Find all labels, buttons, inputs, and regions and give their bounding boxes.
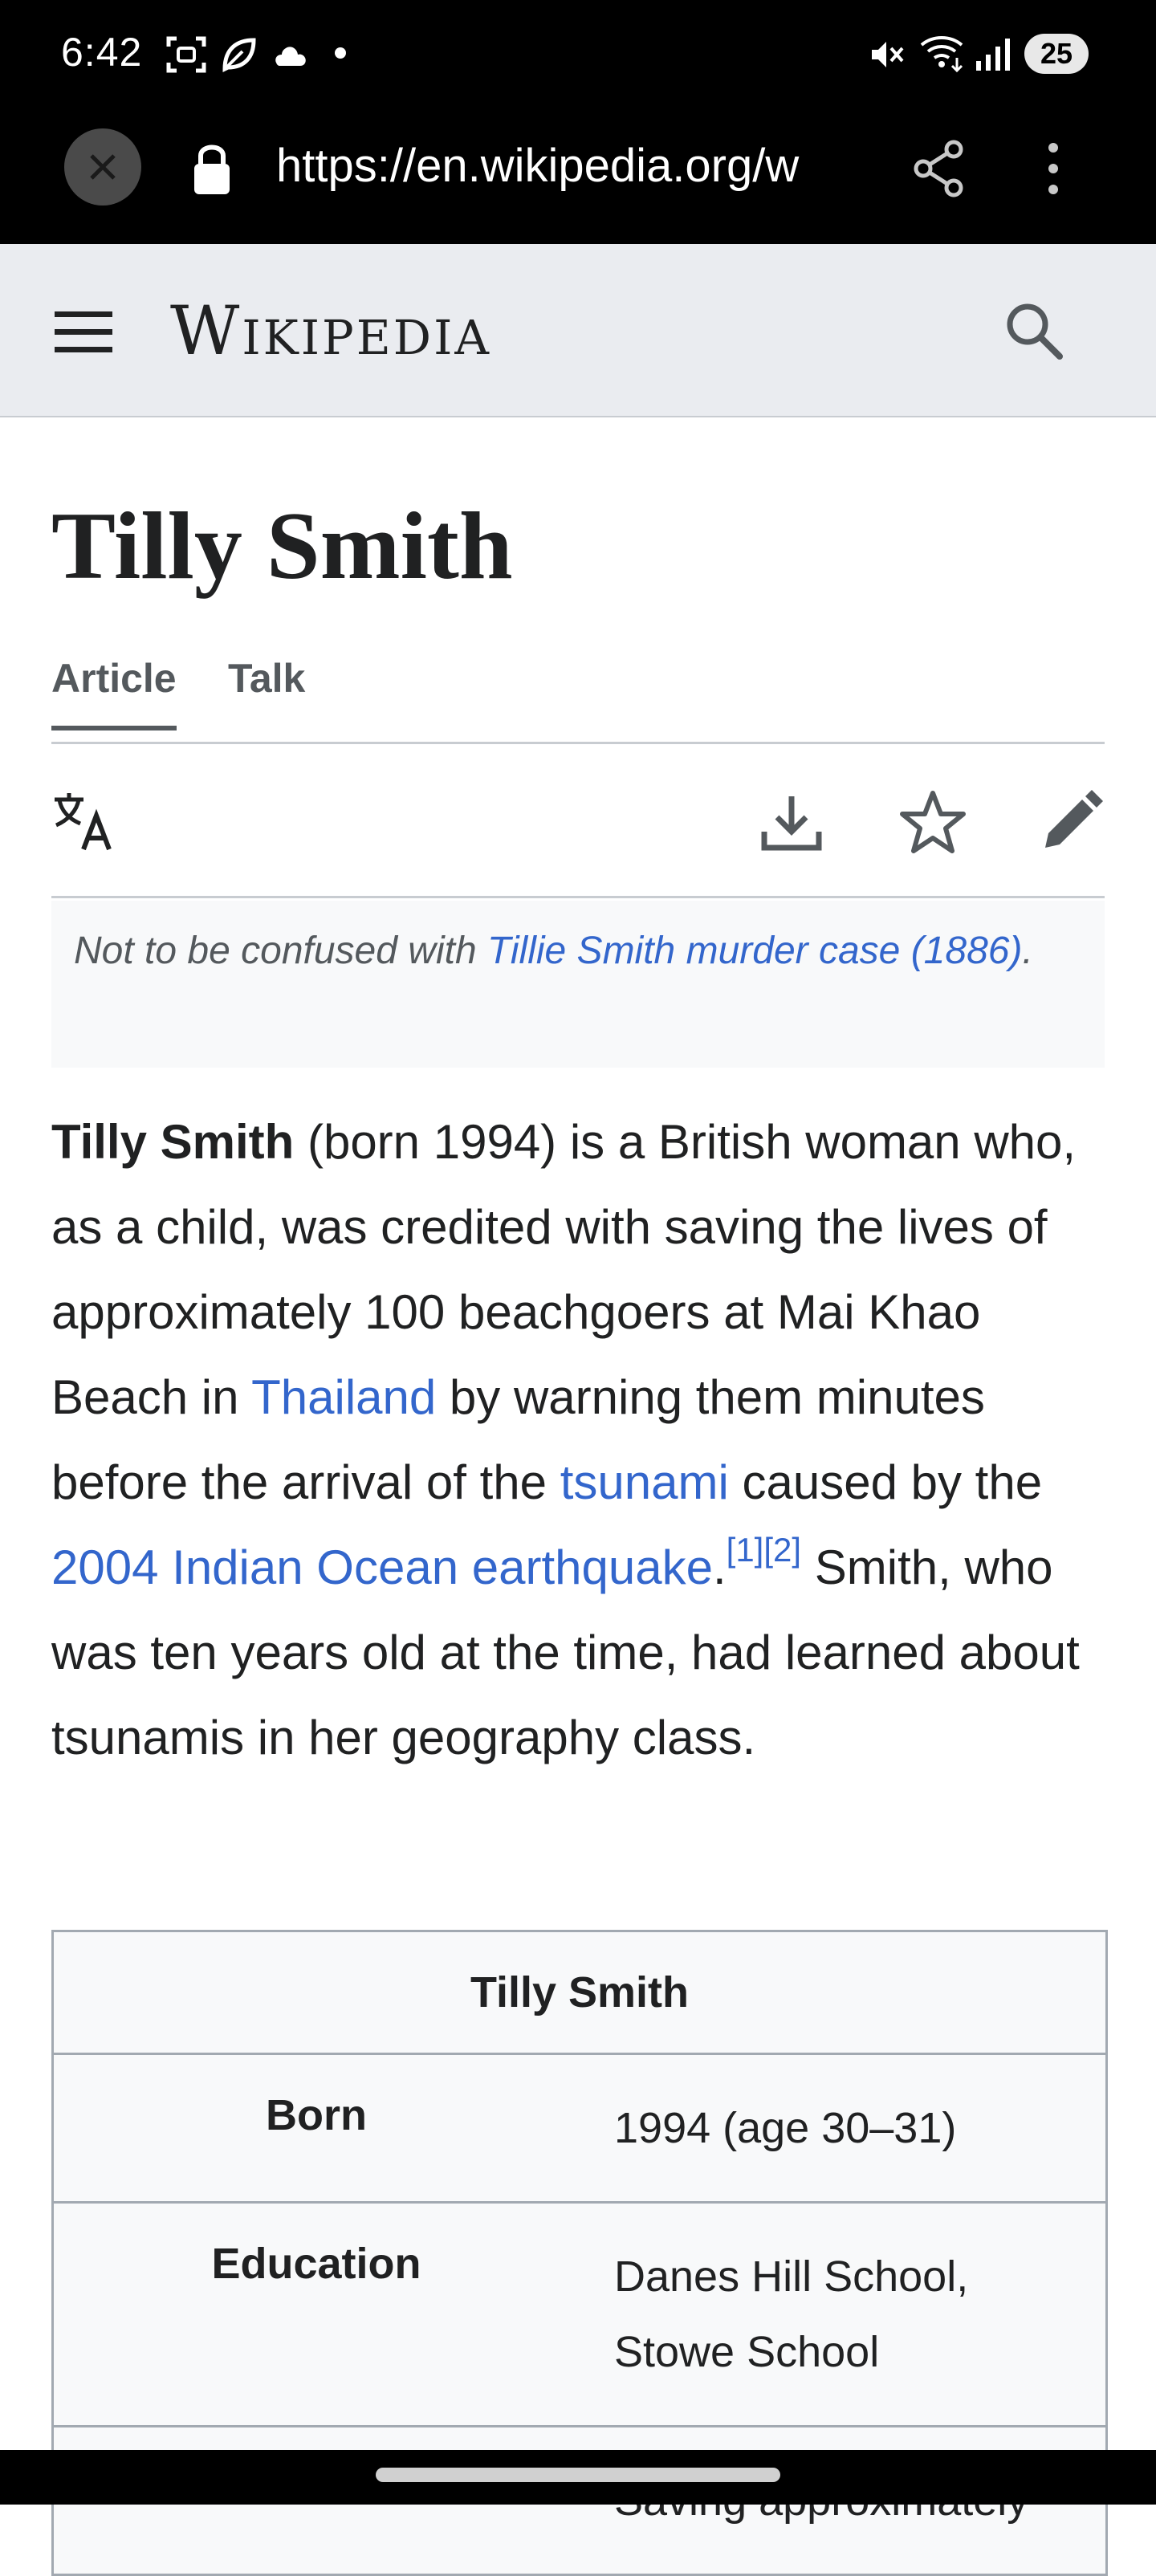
ref-1[interactable]: [1]	[727, 1531, 764, 1569]
tab-article[interactable]: Article	[51, 655, 177, 730]
mute-icon	[867, 35, 906, 74]
dot-icon	[334, 47, 347, 59]
edit-icon[interactable]	[1040, 788, 1105, 853]
tab-talk[interactable]: Talk	[228, 655, 305, 702]
infobox-value: 1994 (age 30–31)	[579, 2055, 1101, 2201]
browser-toolbar: https://en.wikipedia.org/w	[0, 109, 1156, 244]
infobox-value-line: Stowe School	[614, 2328, 880, 2376]
star-icon[interactable]	[899, 788, 967, 854]
hamburger-icon[interactable]	[53, 308, 114, 356]
infobox-value-line: Danes Hill School,	[614, 2252, 969, 2301]
hatnote-prefix: Not to be confused with	[74, 930, 487, 972]
hatnote: Not to be confused with Tillie Smith mur…	[51, 901, 1105, 1068]
wikipedia-wordmark[interactable]: Wikipedia	[170, 291, 491, 371]
lead-paragraph: Tilly Smith (born 1994) is a British wom…	[51, 1100, 1111, 1780]
wordmark-text: Wikipedia	[170, 291, 492, 370]
cloud-icon	[271, 42, 308, 67]
system-nav-bar	[0, 2450, 1156, 2505]
search-icon[interactable]	[1003, 300, 1064, 361]
more-vert-icon[interactable]	[1044, 140, 1063, 197]
lead-text-4: .	[712, 1540, 727, 1594]
status-bar: 6:42 25	[0, 0, 1156, 109]
link-thailand[interactable]: Thailand	[251, 1370, 436, 1424]
hatnote-suffix: .	[1022, 930, 1033, 972]
screenshot-icon	[165, 35, 207, 74]
page-actions	[51, 742, 1105, 898]
infobox-label: Education	[211, 2240, 421, 2288]
signal-icon	[973, 35, 1012, 72]
battery-indicator: 25	[1024, 34, 1089, 74]
ref-2[interactable]: [2]	[763, 1531, 801, 1569]
infobox-row-education: Education Danes Hill School, Stowe Schoo…	[54, 2201, 1105, 2425]
infobox-value: Danes Hill School, Stowe School	[579, 2204, 1101, 2425]
home-gesture-handle[interactable]	[376, 2468, 780, 2482]
close-icon	[90, 154, 116, 180]
infobox-caption: Tilly Smith	[470, 1968, 690, 2016]
download-icon[interactable]	[759, 792, 824, 853]
leaf-icon	[220, 35, 257, 74]
page-tabs: Article Talk	[51, 642, 1105, 744]
page-title: Tilly Smith	[51, 492, 513, 599]
hatnote-link[interactable]: Tillie Smith murder case (1886)	[487, 930, 1022, 972]
status-time: 6:42	[61, 30, 143, 75]
infobox-value-line: 1994 (age 30–31)	[614, 2104, 957, 2152]
link-tsunami[interactable]: tsunami	[560, 1455, 729, 1509]
infobox-label: Born	[266, 2091, 367, 2139]
lead-subject: Tilly Smith	[51, 1115, 295, 1169]
link-indian-ocean-earthquake[interactable]: 2004 Indian Ocean earthquake	[51, 1540, 713, 1594]
language-icon[interactable]	[51, 792, 119, 853]
close-tab-button[interactable]	[64, 128, 141, 206]
lock-icon[interactable]	[189, 138, 234, 199]
wifi-icon	[918, 32, 967, 74]
wiki-header: Wikipedia	[0, 244, 1156, 417]
lead-text-3: caused by the	[728, 1455, 1043, 1509]
url-field[interactable]: https://en.wikipedia.org/w	[276, 138, 862, 194]
infobox-row-born: Born 1994 (age 30–31)	[54, 2053, 1105, 2201]
share-icon[interactable]	[912, 140, 967, 197]
